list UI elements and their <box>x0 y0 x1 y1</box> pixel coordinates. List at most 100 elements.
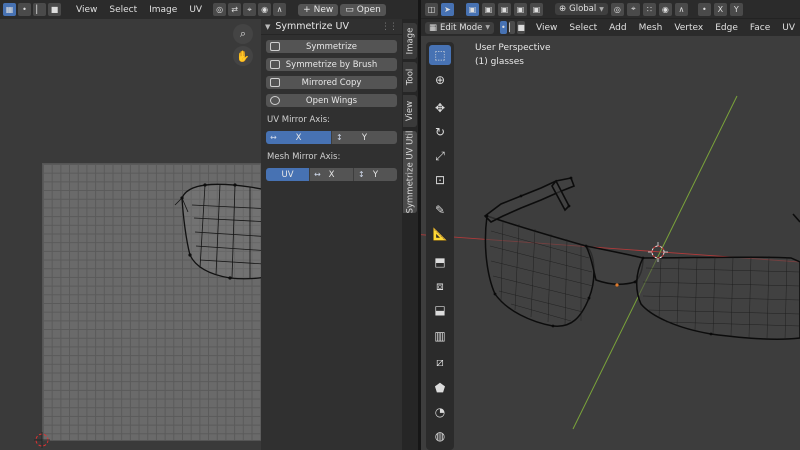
view-perspective-text: User Perspective <box>475 43 551 53</box>
mesh-mirror-axis-y[interactable]: ↕ Y <box>354 168 397 181</box>
panel-title: Symmetrize UV <box>275 21 349 32</box>
face-select-icon[interactable]: ■ <box>517 21 525 34</box>
horizontal-arrows-icon: ↔ <box>270 133 277 142</box>
cursor-icon[interactable]: ⊕ <box>429 70 451 90</box>
edit-mode-icon: ▦ <box>429 22 438 33</box>
scale-icon[interactable]: ⤢ <box>429 146 451 166</box>
pivot-point-icon[interactable]: ◎ <box>610 2 624 16</box>
select-invert-icon[interactable]: ▣ <box>514 2 527 16</box>
open-wings-button[interactable]: Open Wings <box>266 94 397 107</box>
rotate-icon[interactable]: ↻ <box>429 122 451 142</box>
select-extend-icon[interactable]: ▣ <box>482 2 495 16</box>
smooth-icon[interactable]: ◍ <box>429 426 451 446</box>
uv-mirror-axis-y[interactable]: ↕ Y <box>332 131 397 144</box>
proportional-editing-icon[interactable]: ◉ <box>658 2 672 16</box>
vp-menu-face[interactable]: Face <box>745 23 775 33</box>
mesh-mirror-axis-x[interactable]: ↔ X <box>310 168 354 181</box>
vp-menu-select[interactable]: Select <box>564 23 602 33</box>
mirror-x-label: X <box>717 4 724 14</box>
collapse-triangle-icon[interactable]: ▼ <box>265 23 270 31</box>
mesh-mirror-axis-y-label: Y <box>372 169 379 180</box>
mesh-mirror-axis-x-label: X <box>328 169 335 180</box>
uv-mirror-axis-y-label: Y <box>361 132 368 143</box>
mirrored-copy-button[interactable]: Mirrored Copy <box>266 76 397 89</box>
uv-mirror-axis-x[interactable]: ↔ X <box>266 131 332 144</box>
select-box-icon[interactable]: ⬚ <box>429 45 451 65</box>
mirror-y-button[interactable]: Y <box>729 2 743 16</box>
mesh-mirror-axis-uv[interactable]: UV <box>266 168 310 181</box>
tab-image-label: Image <box>405 27 415 55</box>
vp-menu-vertex[interactable]: Vertex <box>669 23 708 33</box>
active-object-text: (1) glasses <box>475 57 524 67</box>
uv-editor[interactable]: ▦ • ▏ ■ View Select Image UV ◎ ⇄ ⌖ ◉ ∧ +… <box>0 0 418 450</box>
transform-orientation-value: Global <box>569 4 597 14</box>
vp-menu-edge[interactable]: Edge <box>710 23 743 33</box>
horizontal-arrows-icon: ↔ <box>314 170 321 179</box>
extrude-icon[interactable]: ⬒ <box>429 252 451 272</box>
snap-target-icon[interactable]: ∷ <box>642 2 656 16</box>
vertex-select-icon[interactable]: • <box>500 21 507 34</box>
open-wings-label: Open Wings <box>305 95 358 106</box>
spin-icon[interactable]: ◔ <box>429 402 451 422</box>
open-wings-icon <box>270 96 280 105</box>
measure-icon[interactable]: 📐 <box>429 224 451 244</box>
poly-build-icon[interactable]: ⬟ <box>429 378 451 398</box>
viewport-header-top: ◫ ➤ ▣ ▣ ▣ ▣ ▣ ⊕ Global ▼ ◎ ⌖ ∷ ◉ ∧ • X Y <box>421 0 800 18</box>
overlay-point-icon[interactable]: • <box>697 2 711 16</box>
select-subtract-icon[interactable]: ▣ <box>498 2 511 16</box>
tab-tool-label: Tool <box>405 68 416 86</box>
bevel-icon[interactable]: ⬓ <box>429 300 451 320</box>
transform-orientation-dropdown[interactable]: ⊕ Global ▼ <box>555 3 608 15</box>
uv-2d-cursor-icon <box>34 432 50 448</box>
vp-menu-view[interactable]: View <box>531 23 562 33</box>
mode-dropdown[interactable]: ▦ Edit Mode ▼ <box>425 21 494 34</box>
tab-image[interactable]: Image <box>403 23 417 59</box>
symmetrize-icon <box>270 42 280 51</box>
select-intersect-icon[interactable]: ▣ <box>530 2 543 16</box>
mesh-mirror-axis-label: Mesh Mirror Axis: <box>267 152 341 162</box>
knife-icon[interactable]: ⧄ <box>429 352 451 372</box>
mirrored-copy-label: Mirrored Copy <box>301 77 362 88</box>
uv-mirror-axis-x-label: X <box>295 132 302 143</box>
vp-menu-uv[interactable]: UV <box>777 23 800 33</box>
tab-view[interactable]: View <box>403 95 417 127</box>
snap-icon[interactable]: ⌖ <box>626 2 640 16</box>
tool-shelf: ⬚ ⊕ ✥ ↻ ⤢ ⊡ ✎ 📐 ⬒ ⧈ ⬓ ▥ ⧄ ⬟ ◔ ◍ <box>426 42 454 450</box>
sidebar-tabs: Image Tool View Symmetrize UV Util <box>402 19 418 450</box>
vp-menu-mesh[interactable]: Mesh <box>634 23 668 33</box>
symmetrize-by-brush-button[interactable]: Symmetrize by Brush <box>266 58 397 71</box>
mirror-x-button[interactable]: X <box>713 2 727 16</box>
annotate-icon[interactable]: ✎ <box>429 200 451 220</box>
inset-icon[interactable]: ⧈ <box>429 276 451 296</box>
3d-viewport[interactable]: ◫ ➤ ▣ ▣ ▣ ▣ ▣ ⊕ Global ▼ ◎ ⌖ ∷ ◉ ∧ • X Y ▦… <box>421 0 800 450</box>
mode-value: Edit Mode <box>440 22 483 33</box>
mirror-y-label: Y <box>733 4 739 14</box>
symmetrize-button[interactable]: Symmetrize <box>266 40 397 53</box>
select-new-icon[interactable]: ▣ <box>466 2 479 16</box>
tab-view-label: View <box>405 100 416 122</box>
loop-cut-icon[interactable]: ▥ <box>429 326 451 346</box>
move-icon[interactable]: ✥ <box>429 98 451 118</box>
panel-header[interactable]: ▼ Symmetrize UV ⋮⋮ <box>261 19 402 35</box>
edge-select-icon[interactable]: ▏ <box>508 21 516 34</box>
viewport-canvas[interactable] <box>421 36 800 450</box>
transform-icon[interactable]: ⊡ <box>429 170 451 190</box>
tab-symmetrize-uv-util[interactable]: Symmetrize UV Util <box>403 131 417 213</box>
falloff-icon[interactable]: ∧ <box>674 2 688 16</box>
select-tool-icon[interactable]: ➤ <box>441 2 454 16</box>
vp-menu-add[interactable]: Add <box>604 23 631 33</box>
symmetrize-by-brush-label: Symmetrize by Brush <box>285 59 378 70</box>
mesh-mirror-axis-selector: UV ↔ X ↕ Y <box>266 168 397 181</box>
chevron-down-icon: ▼ <box>485 24 490 31</box>
vertical-arrows-icon: ↕ <box>336 133 343 142</box>
editor-type-icon[interactable]: ◫ <box>425 2 438 16</box>
vertical-arrows-icon: ↕ <box>358 170 365 179</box>
tab-symmetrize-uv-util-label: Symmetrize UV Util <box>405 130 416 214</box>
tab-tool[interactable]: Tool <box>403 62 417 92</box>
chevron-down-icon: ▼ <box>599 5 604 13</box>
symmetrize-label: Symmetrize <box>305 41 358 52</box>
mesh-mirror-axis-uv-label: UV <box>281 169 294 180</box>
sidebar-panel: ▼ Symmetrize UV ⋮⋮ Symmetrize Symmetrize… <box>261 19 402 450</box>
drag-grip-icon[interactable]: ⋮⋮ <box>381 22 398 32</box>
uv-mirror-axis-selector: ↔ X ↕ Y <box>266 131 397 144</box>
